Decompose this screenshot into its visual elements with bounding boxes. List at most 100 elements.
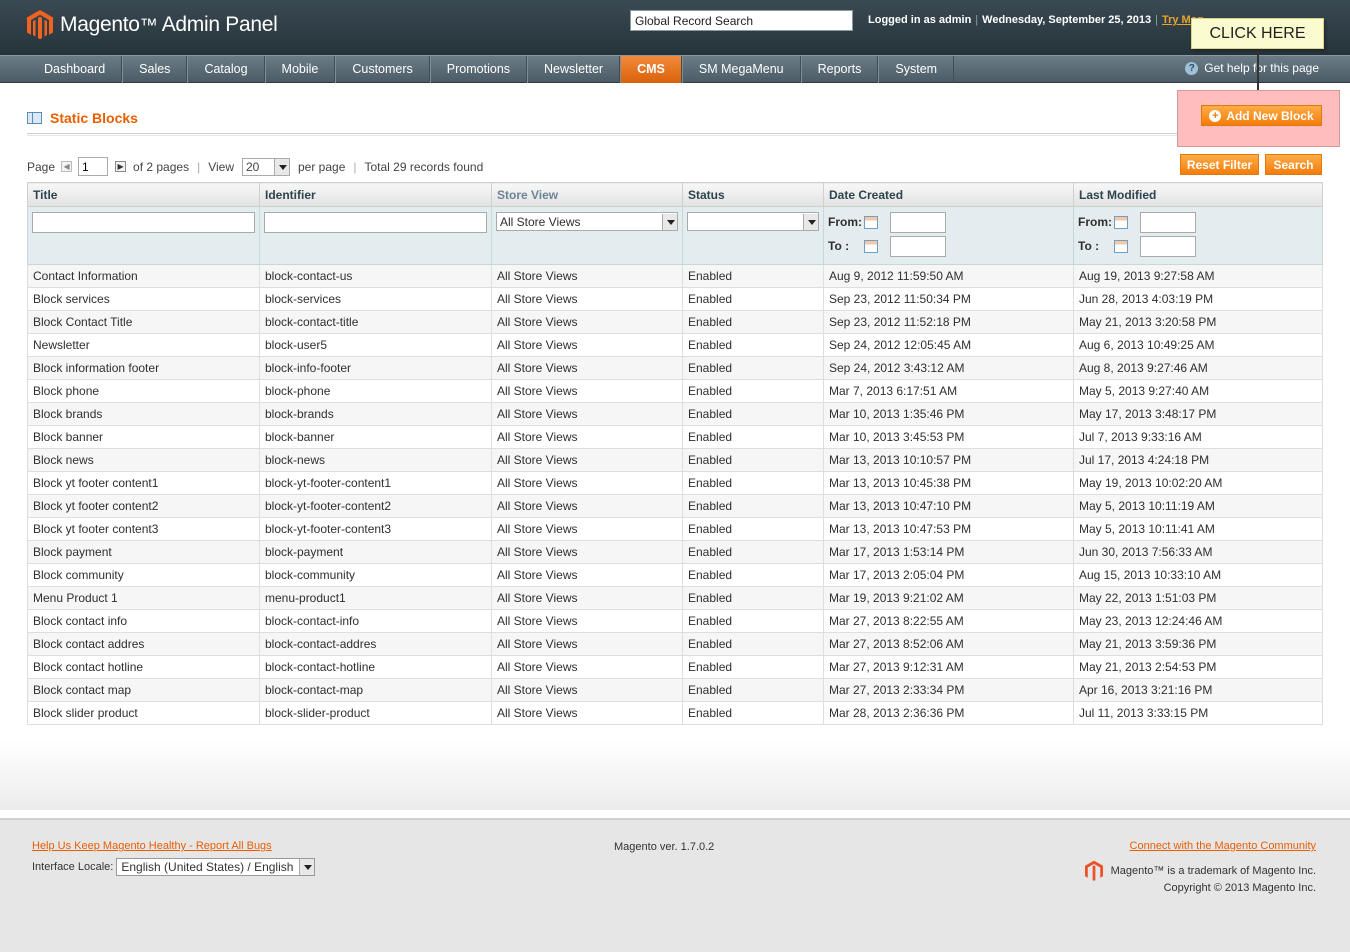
modified-to-input[interactable] <box>1140 235 1196 257</box>
cell-title: Block brands <box>27 402 260 426</box>
calendar-icon[interactable] <box>864 215 878 229</box>
magento-version: Magento ver. 1.7.0.2 <box>614 841 715 853</box>
store-view-filter-select[interactable]: All Store Views <box>496 212 678 231</box>
global-search-input[interactable] <box>630 10 853 31</box>
filter-cell-identifier <box>259 206 492 265</box>
cell-status: Enabled <box>682 379 824 403</box>
help-label: Get help for this page <box>1204 61 1319 75</box>
nav-item-newsletter[interactable]: Newsletter <box>527 56 621 83</box>
table-row[interactable]: Contact Information block-contact-us All S… <box>27 264 1323 288</box>
nav-item-dashboard[interactable]: Dashboard <box>28 56 123 83</box>
table-row[interactable]: Block yt footer content1 block-yt-footer-… <box>27 471 1323 495</box>
copyright: Copyright © 2013 Magento Inc. <box>1163 882 1316 894</box>
modified-from-input[interactable] <box>1140 211 1196 233</box>
help-link[interactable]: ? Get help for this page <box>1185 61 1319 75</box>
cell-identifier: block-contact-info <box>259 609 492 633</box>
cell-title: Block yt footer content2 <box>27 494 260 518</box>
date-to-label: To : <box>1078 239 1100 253</box>
page-number-input[interactable] <box>78 157 109 176</box>
nav-item-reports[interactable]: Reports <box>800 56 879 83</box>
cell-store-view: All Store Views <box>491 563 683 587</box>
cell-last-modified: Aug 6, 2013 10:49:25 AM <box>1073 333 1323 357</box>
search-button[interactable]: Search <box>1265 154 1322 175</box>
nav-item-sales[interactable]: Sales <box>122 56 188 83</box>
created-to-input[interactable] <box>890 235 946 257</box>
cell-date-created: Mar 27, 2013 8:52:06 AM <box>823 632 1074 656</box>
calendar-icon[interactable] <box>1114 215 1128 229</box>
table-row[interactable]: Newsletter block-user5 All Store Views Enab… <box>27 333 1323 357</box>
cell-identifier: block-banner <box>259 425 492 449</box>
cell-date-created: Mar 27, 2013 9:12:31 AM <box>823 655 1074 679</box>
table-row[interactable]: Block community block-community All Store … <box>27 563 1323 587</box>
cell-store-view: All Store Views <box>491 310 683 334</box>
cell-last-modified: Aug 15, 2013 10:33:10 AM <box>1073 563 1323 587</box>
table-row[interactable]: Block information footer block-info-foote… <box>27 356 1323 380</box>
cell-title: Contact Information <box>27 264 260 288</box>
logged-in-label: Logged in as admin <box>868 14 972 26</box>
locale-select[interactable]: English (United States) / English <box>116 858 316 876</box>
table-row[interactable]: Block contact map block-contact-map All St… <box>27 678 1323 702</box>
magento-logo[interactable]: Magento™ Admin Panel <box>27 10 278 40</box>
cell-store-view: All Store Views <box>491 264 683 288</box>
click-here-callout: CLICK HERE <box>1191 18 1324 49</box>
table-row[interactable]: Block banner block-banner All Store Views E… <box>27 425 1323 449</box>
table-row[interactable]: Block yt footer content3 block-yt-footer-… <box>27 517 1323 541</box>
column-header-status[interactable]: Status <box>682 182 824 207</box>
cell-title: Block Contact Title <box>27 310 260 334</box>
cell-status: Enabled <box>682 333 824 357</box>
nav-item-catalog[interactable]: Catalog <box>187 56 265 83</box>
nav-item-cms[interactable]: CMS <box>620 56 682 83</box>
cell-store-view: All Store Views <box>491 356 683 380</box>
title-filter-input[interactable] <box>32 212 255 233</box>
reset-filter-button[interactable]: Reset Filter <box>1180 154 1259 175</box>
next-page-icon[interactable]: ▶ <box>115 161 127 172</box>
cell-title: Block news <box>27 448 260 472</box>
column-header-last-modified[interactable]: Last Modified <box>1073 182 1323 207</box>
created-from-input[interactable] <box>890 211 946 233</box>
table-row[interactable]: Block contact addres block-contact-addres… <box>27 632 1323 656</box>
nav-item-sm-megamenu[interactable]: SM MegaMenu <box>681 56 801 83</box>
table-row[interactable]: Menu Product 1 menu-product1 All Store Vie… <box>27 586 1323 610</box>
table-row[interactable]: Block phone block-phone All Store Views Ena… <box>27 379 1323 403</box>
table-row[interactable]: Block news block-news All Store Views Enabl… <box>27 448 1323 472</box>
filter-cell-last-modified: From: To : <box>1073 206 1323 265</box>
calendar-icon[interactable] <box>1114 239 1128 253</box>
cell-store-view: All Store Views <box>491 448 683 472</box>
table-row[interactable]: Block brands block-brands All Store Views E… <box>27 402 1323 426</box>
date-from-label: From: <box>828 215 862 229</box>
per-page-select[interactable]: 20 <box>242 157 290 176</box>
cell-date-created: Mar 17, 2013 2:05:04 PM <box>823 563 1074 587</box>
filter-cell-status <box>682 206 824 265</box>
table-row[interactable]: Block contact hotline block-contact-hotli… <box>27 655 1323 679</box>
cell-identifier: block-contact-us <box>259 264 492 288</box>
nav-item-customers[interactable]: Customers <box>335 56 430 83</box>
table-row[interactable]: Block payment block-payment All Store View… <box>27 540 1323 564</box>
column-header-identifier[interactable]: Identifier <box>259 182 492 207</box>
nav-item-mobile[interactable]: Mobile <box>264 56 336 83</box>
calendar-icon[interactable] <box>864 239 878 253</box>
static-blocks-grid: Title Identifier Store View Status Date … <box>27 182 1323 725</box>
table-row[interactable]: Block services block-services All Store Vi… <box>27 287 1323 311</box>
status-filter-select[interactable] <box>687 212 819 231</box>
table-row[interactable]: Block slider product block-slider-product… <box>27 701 1323 725</box>
locale-value: English (United States) / English <box>121 860 294 874</box>
cell-store-view: All Store Views <box>491 701 683 725</box>
table-row[interactable]: Block yt footer content2 block-yt-footer-… <box>27 494 1323 518</box>
report-bugs-link[interactable]: Help Us Keep Magento Healthy - Report Al… <box>32 840 272 852</box>
store-view-filter-value: All Store Views <box>500 214 581 229</box>
identifier-filter-input[interactable] <box>264 212 487 233</box>
cell-date-created: Mar 13, 2013 10:47:10 PM <box>823 494 1074 518</box>
cell-title: Block phone <box>27 379 260 403</box>
cell-date-created: Sep 24, 2012 12:05:45 AM <box>823 333 1074 357</box>
column-header-title[interactable]: Title <box>27 182 260 207</box>
table-row[interactable]: Block Contact Title block-contact-title Al… <box>27 310 1323 334</box>
cell-title: Block community <box>27 563 260 587</box>
table-row[interactable]: Block contact info block-contact-info All … <box>27 609 1323 633</box>
add-new-block-button[interactable]: + Add New Block <box>1201 105 1322 126</box>
nav-item-system[interactable]: System <box>878 56 955 83</box>
community-link[interactable]: Connect with the Magento Community <box>1130 840 1316 852</box>
column-header-date-created[interactable]: Date Created <box>823 182 1074 207</box>
previous-page-icon[interactable]: ◀ <box>61 161 73 172</box>
cell-title: Block information footer <box>27 356 260 380</box>
nav-item-promotions[interactable]: Promotions <box>429 56 528 83</box>
